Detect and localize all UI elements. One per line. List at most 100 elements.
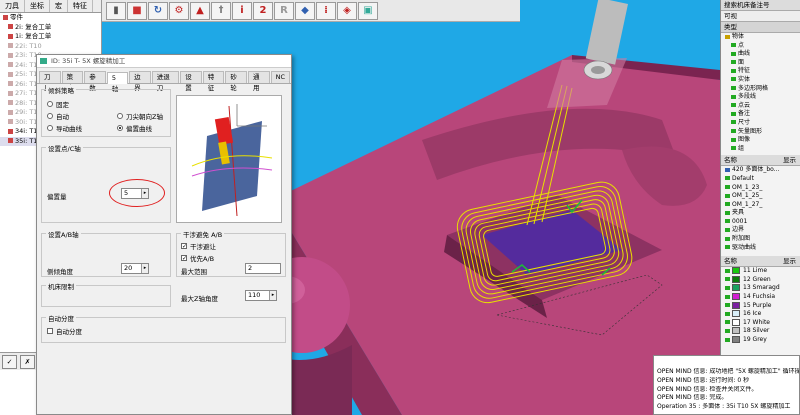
- layer-item[interactable]: 驱动曲线: [721, 244, 800, 253]
- dialog-tab[interactable]: 边界: [129, 71, 151, 92]
- color-show-col: 显示: [783, 257, 796, 266]
- visibility-icon: [731, 129, 736, 134]
- layer-icon: [725, 202, 730, 207]
- layer-item[interactable]: OM_1_23_: [721, 184, 800, 193]
- object-type-item[interactable]: 特征: [721, 67, 800, 76]
- dialog-tab[interactable]: NC: [270, 71, 291, 83]
- radio-dot-selected: [117, 125, 123, 131]
- left-tab-0[interactable]: 刀具: [0, 0, 25, 12]
- object-type-item[interactable]: 多段线: [721, 93, 800, 102]
- color-item[interactable]: 19 Grey: [721, 336, 800, 345]
- tree-item[interactable]: 零件: [0, 13, 101, 23]
- left-tab-2[interactable]: 宏: [50, 0, 68, 12]
- max-z-angle-spin[interactable]: ▸: [269, 291, 276, 300]
- color-label: 12 Green: [743, 275, 771, 283]
- toolbar-button-6[interactable]: i: [232, 1, 252, 20]
- toolbar-button-2[interactable]: ↻: [148, 1, 168, 20]
- toolbar-button-9[interactable]: ◆: [295, 1, 315, 20]
- object-type-label: 特征: [738, 67, 751, 75]
- operation-icon: [8, 138, 13, 143]
- toolbar-button-8[interactable]: R: [274, 1, 294, 20]
- dialog-tab[interactable]: 5 轴: [106, 72, 129, 93]
- lead-label: 偏置量: [47, 193, 67, 201]
- bottom-tool-button[interactable]: ✗: [20, 354, 35, 369]
- visibility-icon: [725, 268, 730, 273]
- object-type-item[interactable]: 组: [721, 145, 800, 154]
- auto-index-title: 自动分度: [46, 313, 76, 323]
- operation-icon: [8, 52, 13, 58]
- dialog-tab[interactable]: 策略: [61, 71, 84, 92]
- color-item[interactable]: 15 Purple: [721, 301, 800, 311]
- layer-item[interactable]: 夹具: [721, 209, 800, 218]
- toolbar-button-0[interactable]: ▮: [106, 1, 126, 20]
- toolbar-button-4[interactable]: ▲: [190, 1, 210, 20]
- dialog-tab[interactable]: 特征: [202, 71, 225, 92]
- object-type-item[interactable]: 图像: [721, 136, 800, 145]
- toolbar-button-10[interactable]: ⁞: [316, 1, 336, 20]
- radio-guide-curve[interactable]: 导动曲线: [47, 123, 82, 133]
- color-item[interactable]: 11 Lime: [721, 267, 800, 276]
- color-item[interactable]: 14 Fuchsia: [721, 293, 800, 302]
- tree-item[interactable]: 22i: T10: [0, 42, 101, 52]
- radio-auto[interactable]: 自动: [47, 111, 69, 121]
- color-item[interactable]: 13 Smaragd: [721, 284, 800, 293]
- tool-preview-graphic: [191, 104, 273, 217]
- color-item[interactable]: 16 Ice: [721, 310, 800, 319]
- toolbar-button-5[interactable]: ꝉ: [211, 1, 231, 20]
- color-label: 13 Smaragd: [743, 284, 780, 292]
- object-type-item[interactable]: 实体: [721, 76, 800, 85]
- color-item[interactable]: 18 Silver: [721, 327, 800, 336]
- auto-index-checkbox[interactable]: 自动分度: [47, 326, 82, 336]
- object-type-item[interactable]: 点云: [721, 102, 800, 111]
- color-swatch: [732, 301, 740, 309]
- object-type-item[interactable]: 物体: [721, 33, 800, 42]
- tilt-angle-input[interactable]: 20 ▸: [121, 263, 149, 274]
- visibility-icon: [725, 320, 730, 325]
- object-type-item[interactable]: 矢量图形: [721, 128, 800, 137]
- toolbar-button-12[interactable]: ▣: [358, 1, 378, 20]
- layer-item[interactable]: 边界: [721, 226, 800, 235]
- left-tab-1[interactable]: 坐标: [25, 0, 50, 12]
- tree-item[interactable]: 2i: 复合工单: [0, 23, 101, 33]
- dialog-tab[interactable]: 设置: [180, 71, 202, 92]
- max-z-angle-input[interactable]: 110 ▸: [245, 290, 277, 301]
- layer-item[interactable]: Default: [721, 175, 800, 184]
- color-swatch: [732, 275, 740, 283]
- radio-fixed[interactable]: 固定: [47, 99, 69, 109]
- toolbar-button-11[interactable]: ◈: [337, 1, 357, 20]
- layer-item[interactable]: OM_1_25_: [721, 192, 800, 201]
- layer-item[interactable]: OM_1_27_: [721, 201, 800, 210]
- object-type-item[interactable]: 面: [721, 59, 800, 68]
- object-type-item[interactable]: 尺寸: [721, 119, 800, 128]
- object-type-item[interactable]: 备注: [721, 110, 800, 119]
- dialog-tab[interactable]: 砂轮: [225, 71, 248, 92]
- priority-ab-checkbox[interactable]: ✓ 优先A/B: [181, 253, 214, 263]
- layer-item[interactable]: 420 多面体_bo...: [721, 166, 800, 175]
- bottom-tool-button[interactable]: ✓: [2, 354, 17, 369]
- dialog-tab[interactable]: 刀具: [39, 71, 61, 92]
- tree-item-label: 2i: 复合工单: [15, 22, 52, 31]
- dialog-tab[interactable]: 进退刀: [151, 71, 180, 92]
- object-type-item[interactable]: 点: [721, 42, 800, 51]
- object-type-item[interactable]: 多边形网格: [721, 85, 800, 94]
- layer-label: OM_1_27_: [732, 200, 763, 208]
- interference-avoid-checkbox[interactable]: ✓ 干涉避让: [181, 241, 216, 251]
- radio-tip-to-z-label: 刀尖朝向Z轴: [126, 113, 163, 121]
- radio-offset-curve[interactable]: 偏置曲线: [117, 123, 152, 133]
- radio-tip-to-z[interactable]: 刀尖朝向Z轴: [117, 111, 163, 121]
- toolbar-button-1[interactable]: ■: [127, 1, 147, 20]
- tree-item[interactable]: 1i: 复合工单: [0, 32, 101, 42]
- color-item[interactable]: 17 White: [721, 318, 800, 328]
- toolbar-button-7[interactable]: 2: [253, 1, 273, 20]
- visibility-icon: [725, 285, 730, 290]
- dialog-tab[interactable]: 参数: [84, 71, 106, 92]
- dialog-title-bar[interactable]: ID: 35i T- 5X 螺旋精加工: [37, 55, 291, 68]
- toolbar-button-3[interactable]: ⚙: [169, 1, 189, 20]
- left-tab-3[interactable]: 特征: [68, 0, 93, 12]
- max-range-input[interactable]: 2: [245, 263, 281, 274]
- dialog-tab[interactable]: 通用: [248, 71, 270, 92]
- layer-item[interactable]: 附加图: [721, 235, 800, 244]
- tilt-angle-spin[interactable]: ▸: [141, 264, 148, 273]
- object-type-item[interactable]: 曲线: [721, 50, 800, 59]
- color-item[interactable]: 12 Green: [721, 275, 800, 285]
